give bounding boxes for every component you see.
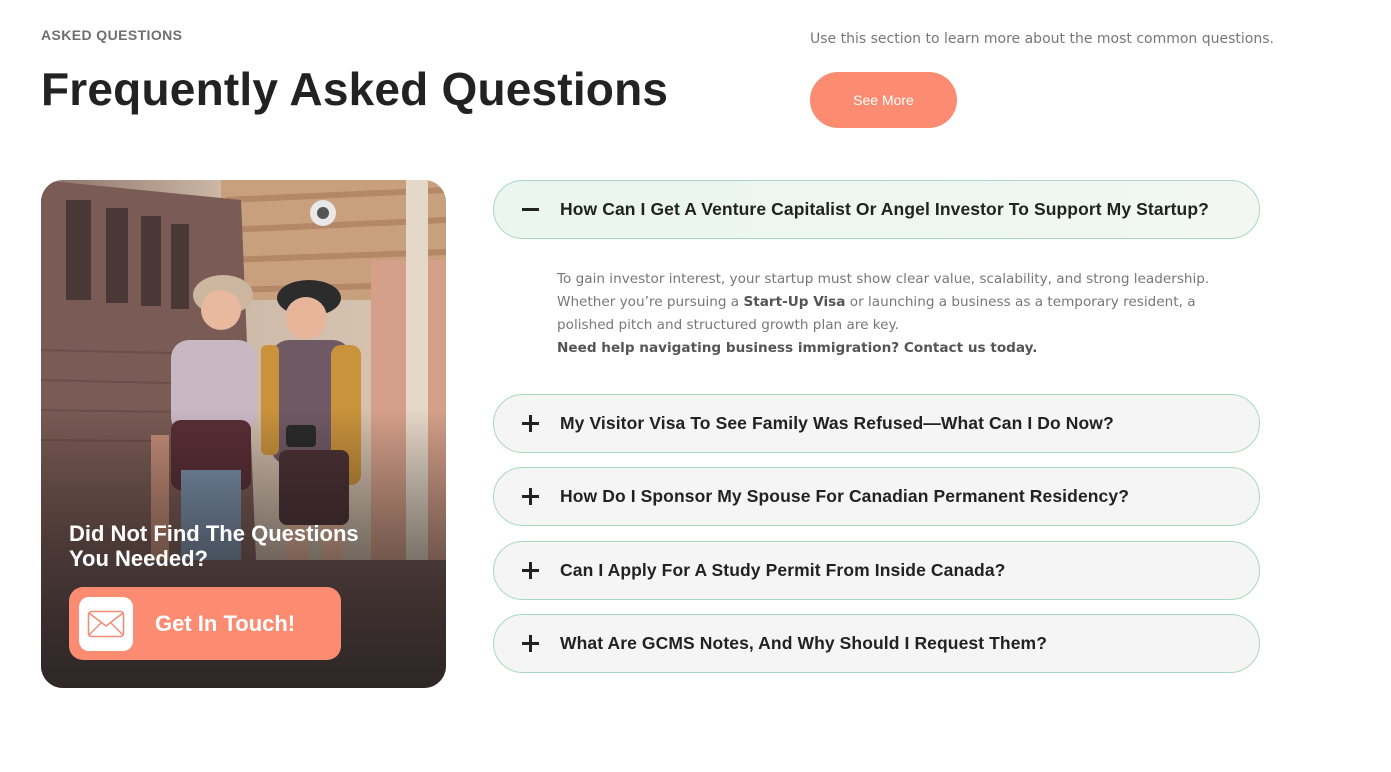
- start-up-visa-term: Start-Up Visa: [743, 294, 846, 310]
- get-in-touch-label: Get In Touch!: [155, 610, 296, 636]
- envelope-icon: [79, 596, 133, 651]
- promo-heading: Did Not Find The Questions You Needed?: [69, 521, 359, 571]
- plus-icon[interactable]: [521, 414, 541, 434]
- faq-question: How Can I Get A Venture Capitalist Or An…: [560, 199, 1209, 219]
- plus-icon[interactable]: [521, 487, 541, 507]
- get-in-touch-button[interactable]: Get In Touch!: [69, 587, 341, 660]
- section-eyebrow: ASKED QUESTIONS: [41, 27, 183, 43]
- faq-item-spouse-sponsorship[interactable]: How Do I Sponsor My Spouse For Canadian …: [493, 467, 1260, 526]
- faq-item-venture-capital[interactable]: How Can I Get A Venture Capitalist Or An…: [493, 180, 1260, 239]
- plus-icon[interactable]: [521, 634, 541, 654]
- answer-cta: Need help navigating business immigratio…: [557, 340, 1038, 356]
- faq-question: Can I Apply For A Study Permit From Insi…: [560, 560, 1006, 580]
- answer-line: Whether you’re pursuing a Start-Up Visa …: [557, 294, 1196, 333]
- faq-question: My Visitor Visa To See Family Was Refuse…: [560, 413, 1114, 433]
- see-more-button[interactable]: See More: [810, 72, 957, 128]
- faq-item-gcms-notes[interactable]: What Are GCMS Notes, And Why Should I Re…: [493, 614, 1260, 673]
- plus-icon[interactable]: [521, 561, 541, 581]
- faq-question: How Do I Sponsor My Spouse For Canadian …: [560, 486, 1130, 506]
- intro-text: Use this section to learn more about the…: [810, 31, 1274, 47]
- faq-answer: To gain investor interest, your startup …: [557, 268, 1247, 360]
- answer-line: To gain investor interest, your startup …: [557, 271, 1210, 287]
- faq-item-visitor-visa[interactable]: My Visitor Visa To See Family Was Refuse…: [493, 394, 1260, 453]
- contact-promo-card: Did Not Find The Questions You Needed? G…: [41, 180, 446, 688]
- faq-item-study-permit[interactable]: Can I Apply For A Study Permit From Insi…: [493, 541, 1260, 600]
- faq-question: What Are GCMS Notes, And Why Should I Re…: [560, 633, 1048, 653]
- page-title: Frequently Asked Questions: [41, 63, 669, 115]
- minus-icon[interactable]: [521, 200, 541, 220]
